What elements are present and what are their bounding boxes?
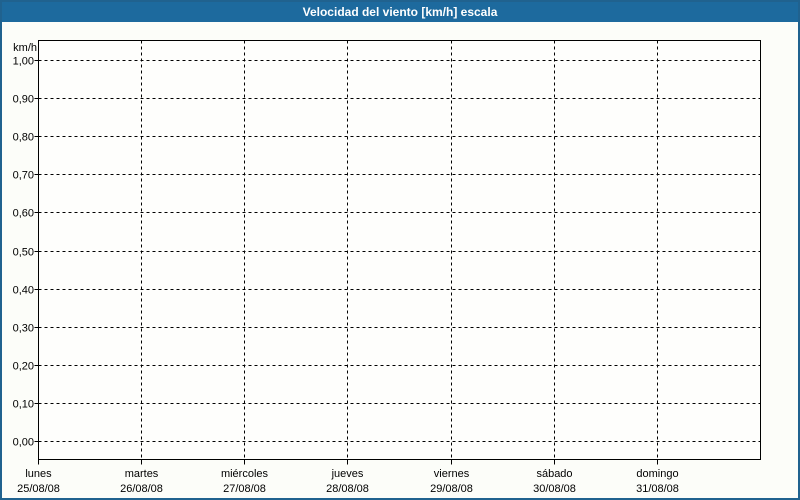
x-date-label: 25/08/08: [17, 483, 60, 495]
y-tick-label: 1,00: [13, 56, 34, 68]
y-tick-label: 0,30: [13, 323, 34, 335]
y-tick-label: 0,70: [13, 170, 34, 182]
x-date-label: 31/08/08: [636, 483, 679, 495]
y-tick-label: 0,10: [13, 399, 34, 411]
window-frame: Velocidad del viento [km/h] escala 1,00 0…: [0, 0, 800, 500]
y-tick-label: 0,80: [13, 132, 34, 144]
x-date-label: 28/08/08: [326, 483, 369, 495]
y-tick-label: 0,40: [13, 285, 34, 297]
chart-title: Velocidad del viento [km/h] escala: [302, 5, 498, 19]
x-date-label: 30/08/08: [533, 483, 576, 495]
y-tick-label: 0,00: [13, 437, 34, 449]
y-tick-label: 0,50: [13, 247, 34, 259]
plot-background: [38, 40, 761, 460]
x-day-label: sábado: [536, 468, 572, 480]
y-tick-label: 0,20: [13, 361, 34, 373]
x-day-label: lunes: [25, 468, 52, 480]
x-day-label: domingo: [636, 468, 678, 480]
x-day-label: viernes: [434, 468, 470, 480]
x-day-label: miércoles: [221, 468, 269, 480]
y-axis-unit-label: km/h: [13, 42, 37, 54]
x-date-label: 27/08/08: [223, 483, 266, 495]
wind-speed-chart: 1,00 0,90 0,80 0,70 0,60 0,50 0,40 0,30 0,20 0,10…: [13, 40, 761, 495]
x-date-label: 26/08/08: [120, 483, 163, 495]
x-date-label: 29/08/08: [430, 483, 473, 495]
y-tick-label: 0,90: [13, 94, 34, 106]
x-day-label: jueves: [331, 468, 364, 480]
x-day-label: martes: [125, 468, 159, 480]
title-bar: Velocidad del viento [km/h] escala: [2, 2, 798, 22]
y-tick-label: 0,60: [13, 208, 34, 220]
